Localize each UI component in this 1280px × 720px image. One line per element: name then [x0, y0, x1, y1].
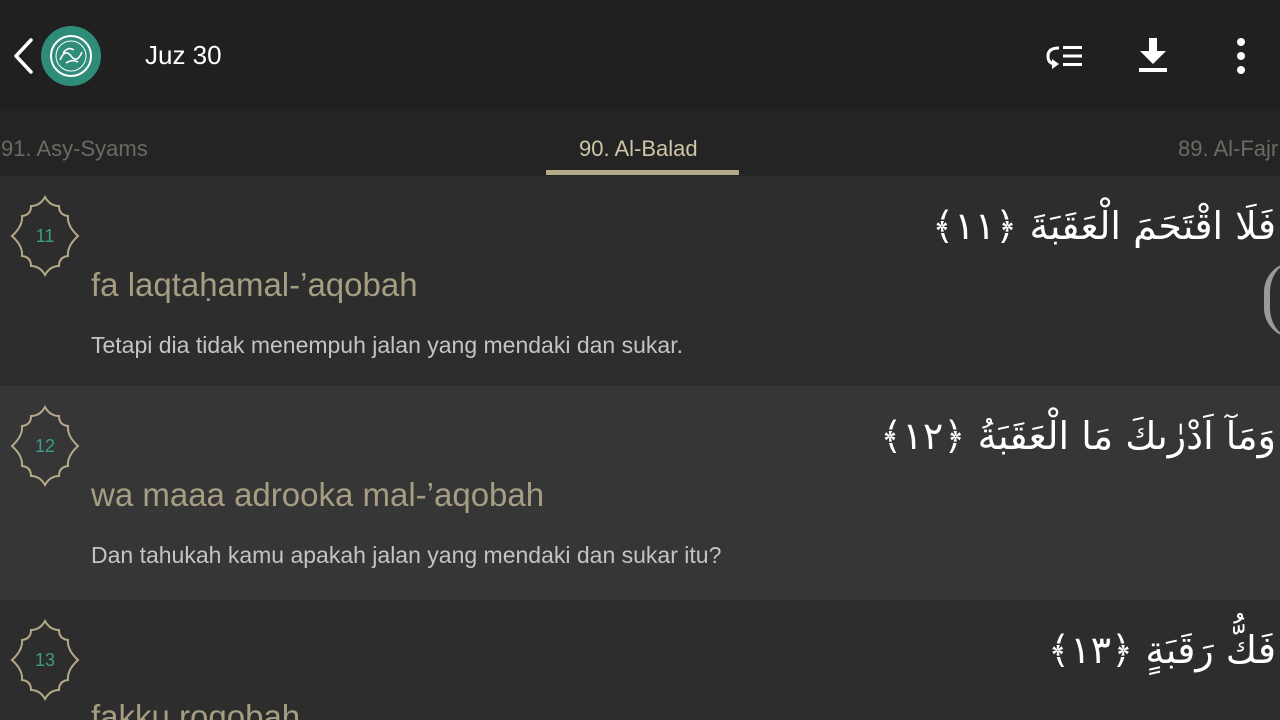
- download-button[interactable]: [1131, 36, 1175, 76]
- verse-row[interactable]: 11 فَلَا اقْتَحَمَ الْعَقَبَةَ ﴿١١﴾ fa l…: [0, 176, 1280, 390]
- verse-number-badge: 11: [9, 194, 81, 278]
- tab-al-fajr[interactable]: 89. Al-Fajr: [1178, 136, 1278, 162]
- verse-row[interactable]: 12 وَمَآ اَدْرٰىكَ مَا الْعَقَبَةُ ﴿١٢﴾ …: [0, 386, 1280, 600]
- repeat-list-button[interactable]: [1042, 36, 1086, 76]
- top-app-bar: Juz 30: [0, 0, 1280, 110]
- transliteration-text: fakku roqobah: [91, 698, 301, 720]
- arabic-text: فَكُّ رَقَبَةٍ ﴿١٣﴾: [1047, 628, 1276, 672]
- verse-number: 11: [35, 226, 55, 246]
- transliteration-text: fa laqtaḥamal-’aqobah: [91, 266, 418, 303]
- verse-number-badge: 13: [9, 618, 81, 702]
- translation-text: Tetapi dia tidak menempuh jalan yang men…: [91, 332, 683, 358]
- download-icon: [1139, 38, 1167, 72]
- verse-row[interactable]: 13 فَكُّ رَقَبَةٍ ﴿١٣﴾ fakku roqobah: [0, 600, 1280, 720]
- page-title: Juz 30: [145, 40, 222, 70]
- more-options-button[interactable]: [1219, 36, 1263, 76]
- back-button[interactable]: [8, 36, 42, 76]
- more-vertical-icon: [1237, 38, 1245, 74]
- chevron-left-icon: [14, 38, 33, 74]
- verse-number-badge: 12: [9, 404, 81, 488]
- arabic-text: فَلَا اقْتَحَمَ الْعَقَبَةَ ﴿١١﴾: [932, 204, 1276, 248]
- verse-number: 13: [34, 650, 56, 670]
- quran-reader-screen: Juz 30 91. Asy-Syams 90. Al-Balad 89. Al…: [0, 0, 1280, 720]
- surah-tabs: 91. Asy-Syams 90. Al-Balad 89. Al-Fajr: [0, 110, 1280, 176]
- tab-indicator: [546, 170, 739, 175]
- quran-logo-icon: [41, 26, 101, 86]
- verse-number: 12: [34, 436, 56, 456]
- tab-al-balad[interactable]: 90. Al-Balad: [579, 136, 698, 162]
- repeat-list-icon: [1046, 46, 1082, 69]
- tab-asy-syams[interactable]: 91. Asy-Syams: [1, 136, 148, 162]
- arabic-text: وَمَآ اَدْرٰىكَ مَا الْعَقَبَةُ ﴿١٢﴾: [880, 414, 1276, 458]
- transliteration-text: wa maaa adrooka mal-’aqobah: [91, 476, 545, 513]
- translation-text: Dan tahukah kamu apakah jalan yang menda…: [91, 542, 722, 568]
